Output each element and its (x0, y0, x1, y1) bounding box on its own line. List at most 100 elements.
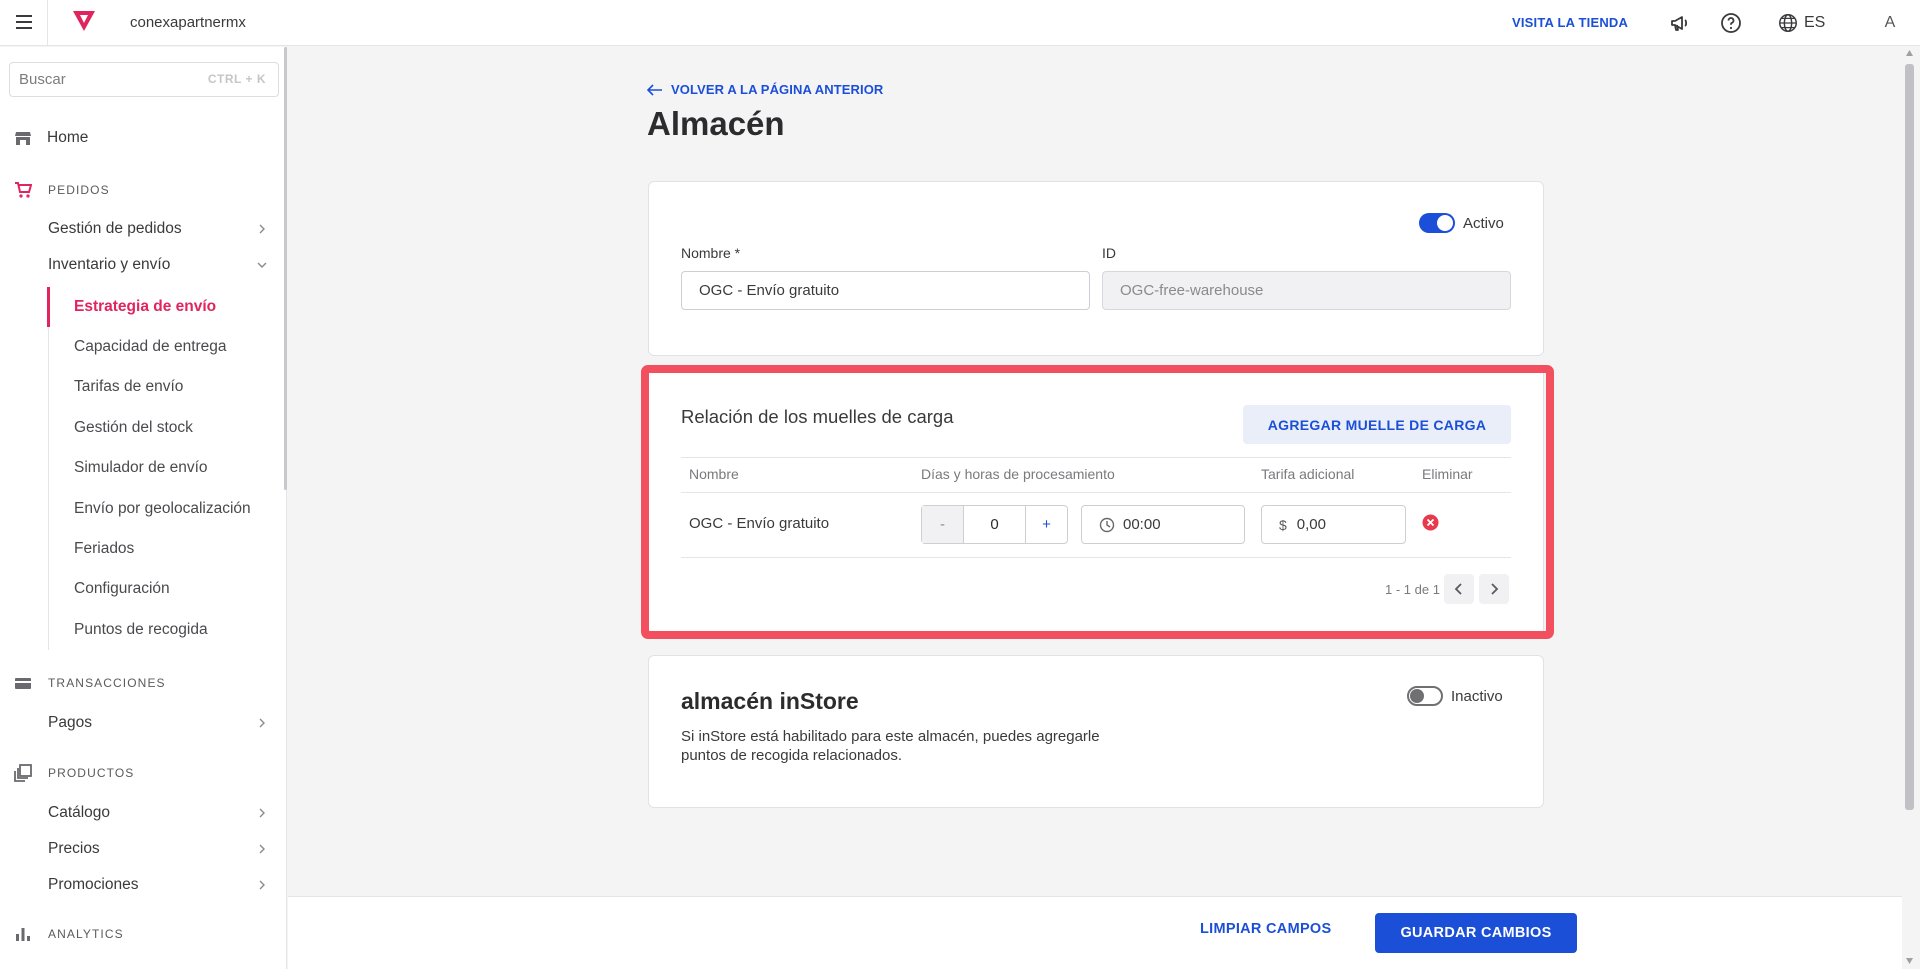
save-changes-button[interactable]: GUARDAR CAMBIOS (1375, 913, 1577, 953)
sidebar-item-label: Estrategia de envío (74, 298, 217, 315)
instore-title: almacén inStore (681, 688, 859, 714)
sidebar: CTRL + K Home PEDIDOS Gestión de pedidos… (0, 47, 287, 969)
chevron-right-icon (259, 880, 265, 890)
back-link-label: VOLVER A LA PÁGINA ANTERIOR (671, 82, 884, 97)
help-icon[interactable] (1719, 11, 1743, 35)
clear-fields-button[interactable]: LIMPIAR CAMPOS (1200, 921, 1331, 937)
sidebar-item-holidays[interactable]: Feriados (0, 534, 284, 564)
sidebar-item-home[interactable]: Home (0, 123, 284, 153)
language-label: ES (1804, 14, 1826, 31)
previous-page-button[interactable] (1444, 574, 1474, 604)
sidebar-item-label: Precios (48, 840, 100, 857)
sidebar-item-label: Home (47, 129, 89, 146)
megaphone-icon[interactable] (1668, 11, 1692, 35)
sidebar-item-payments[interactable]: Pagos (0, 708, 284, 738)
sidebar-item-label: Capacidad de entrega (74, 338, 227, 355)
main-scrollbar[interactable] (1905, 64, 1914, 810)
products-icon (14, 764, 32, 782)
scroll-down-icon[interactable] (1906, 958, 1913, 964)
vtex-logo-icon[interactable] (70, 9, 98, 35)
sidebar-item-promotions[interactable]: Promociones (0, 870, 284, 900)
sidebar-item-label: Tarifas de envío (74, 378, 184, 395)
sidebar-item-shipping-simulator[interactable]: Simulador de envío (0, 453, 284, 483)
scroll-up-icon[interactable] (1906, 50, 1913, 56)
table-top-divider (681, 457, 1511, 458)
sidebar-search: CTRL + K (9, 62, 279, 97)
decrement-button[interactable]: - (922, 506, 964, 543)
store-icon (14, 129, 32, 147)
visit-store-link[interactable]: VISITA LA TIENDA (1512, 15, 1628, 30)
sidebar-item-prices[interactable]: Precios (0, 834, 284, 864)
instore-toggle[interactable] (1407, 686, 1443, 706)
currency-symbol: $ (1279, 516, 1287, 533)
days-value[interactable]: 0 (964, 506, 1026, 543)
processing-time-field[interactable]: 00:00 (1081, 505, 1245, 544)
topbar-divider (47, 0, 48, 46)
next-page-button[interactable] (1479, 574, 1509, 604)
chevron-right-icon (259, 718, 265, 728)
sidebar-item-shipping-strategy[interactable]: Estrategia de envío (0, 292, 284, 322)
globe-icon (1779, 14, 1797, 32)
delete-dock-icon[interactable] (1422, 514, 1439, 531)
instore-status-label: Inactivo (1451, 688, 1503, 705)
chevron-left-icon (1454, 583, 1462, 595)
additional-fee-field[interactable]: $ 0,00 (1261, 505, 1406, 544)
arrow-left-icon (647, 83, 662, 96)
sidebar-section-label: PEDIDOS (48, 183, 110, 197)
toggle-knob (1437, 215, 1453, 231)
sidebar-item-geolocation-shipping[interactable]: Envío por geolocalización (0, 494, 284, 524)
hamburger-menu-icon[interactable] (12, 10, 36, 34)
sidebar-item-label: Envío por geolocalización (74, 500, 251, 517)
increment-button[interactable]: + (1026, 506, 1067, 543)
account-name[interactable]: conexapartnermx (130, 14, 246, 31)
add-loading-dock-button[interactable]: AGREGAR MUELLE DE CARGA (1243, 405, 1511, 444)
dock-name-cell: OGC - Envío gratuito (689, 515, 830, 532)
active-toggle[interactable] (1419, 213, 1455, 233)
sidebar-item-settings[interactable]: Configuración (0, 574, 284, 604)
sidebar-item-delivery-capacity[interactable]: Capacidad de entrega (0, 332, 284, 362)
sidebar-item-catalog[interactable]: Catálogo (0, 798, 284, 828)
instore-description: Si inStore está habilitado para este alm… (681, 728, 1100, 764)
chevron-right-icon (1491, 583, 1499, 595)
language-selector[interactable]: ES (1777, 11, 1825, 35)
sidebar-item-label: Gestión de pedidos (48, 220, 182, 237)
user-avatar[interactable]: A (1876, 9, 1904, 37)
search-shortcut: CTRL + K (207, 72, 266, 86)
credit-card-icon (14, 674, 32, 692)
sidebar-item-inventory-shipping[interactable]: Inventario y envío (0, 250, 284, 280)
sidebar-item-label: Inventario y envío (48, 256, 171, 273)
column-header-delete: Eliminar (1422, 466, 1473, 482)
sidebar-item-label: Simulador de envío (74, 459, 208, 476)
table-row-divider (681, 557, 1511, 558)
sidebar-item-label: Gestión del stock (74, 419, 193, 436)
action-bar (288, 896, 1902, 969)
name-field-label: Nombre * (681, 245, 741, 261)
warehouse-info-card (648, 181, 1544, 356)
active-status-label: Activo (1463, 215, 1504, 232)
id-field-label: ID (1102, 245, 1116, 261)
search-input[interactable] (10, 63, 210, 96)
toggle-knob (1410, 689, 1424, 703)
chevron-down-icon (257, 262, 267, 268)
sidebar-scrollbar[interactable] (284, 47, 287, 490)
chevron-right-icon (259, 808, 265, 818)
name-field[interactable]: OGC - Envío gratuito (681, 271, 1090, 310)
chevron-right-icon (259, 844, 265, 854)
chevron-right-icon (259, 224, 265, 234)
pagination-text: 1 - 1 de 1 (1385, 582, 1440, 597)
sidebar-item-shipping-rates[interactable]: Tarifas de envío (0, 372, 284, 402)
sidebar-item-label: Pagos (48, 714, 92, 731)
sidebar-item-label: Feriados (74, 540, 135, 557)
sidebar-section-transactions: TRANSACCIONES (0, 668, 284, 698)
sidebar-item-pickup-points[interactable]: Puntos de recogida (0, 615, 284, 645)
back-link[interactable]: VOLVER A LA PÁGINA ANTERIOR (647, 82, 883, 97)
sidebar-item-label: Catálogo (48, 804, 111, 821)
processing-days-stepper: - 0 + (921, 505, 1068, 544)
page-title: Almacén (647, 105, 785, 142)
time-value: 00:00 (1123, 516, 1161, 533)
column-header-name: Nombre (689, 466, 739, 482)
sidebar-item-order-management[interactable]: Gestión de pedidos (0, 214, 284, 244)
sidebar-item-stock-management[interactable]: Gestión del stock (0, 413, 284, 443)
clock-icon (1099, 517, 1115, 532)
top-bar: conexapartnermx VISITA LA TIENDA ES A (0, 0, 1920, 46)
